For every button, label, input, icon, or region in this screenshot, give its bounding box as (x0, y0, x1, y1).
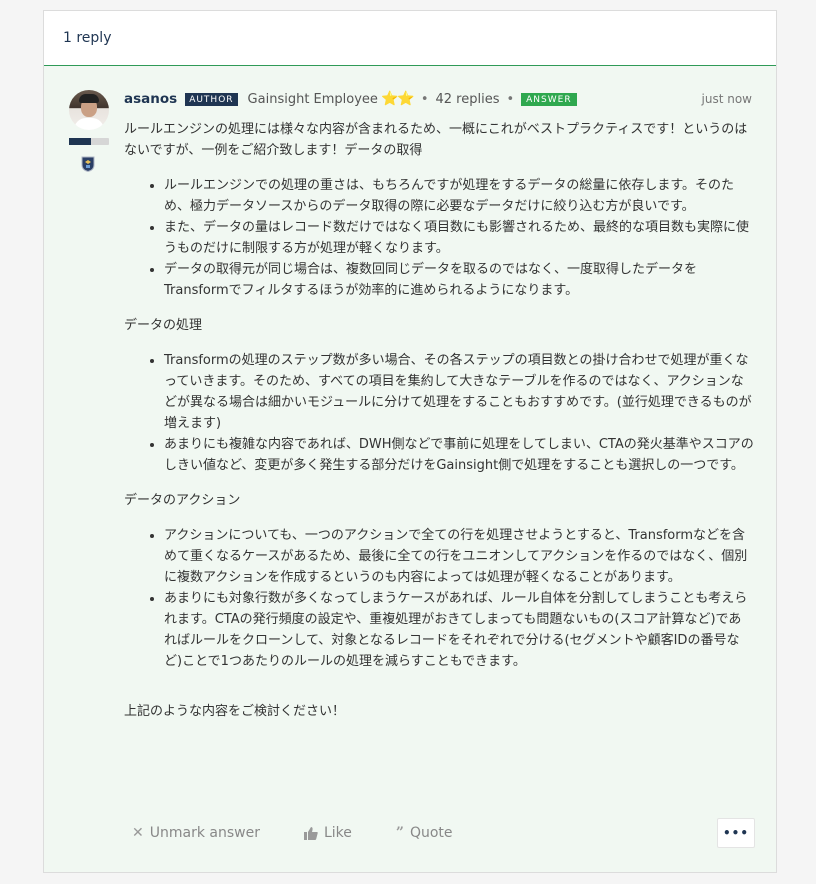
list-item: また、データの量はレコード数だけではなく項目数にも影響されるため、最終的な項目数… (164, 217, 754, 259)
avatar[interactable] (69, 90, 109, 130)
unmark-answer-button[interactable]: ✕ Unmark answer (132, 825, 260, 841)
list-data-processing: Transformの処理のステップ数が多い場合、その各ステップの項目数との掛け合… (124, 350, 754, 476)
list-item: Transformの処理のステップ数が多い場合、その各ステップの項目数との掛け合… (164, 350, 754, 434)
post-intro: ルールエンジンの処理には様々な内容が含まれるため、一概にこれがベストプラクティス… (124, 122, 748, 158)
list-data-actions: アクションについても、一つのアクションで全ての行を処理させようとすると、Tran… (124, 525, 754, 672)
post-actions: ✕ Unmark answer Like ” Quote ••• (132, 818, 755, 848)
star-icon: ⭐⭐ (380, 91, 415, 107)
author-tag: AUTHOR (185, 92, 238, 106)
thumbs-up-icon (303, 826, 318, 840)
section-heading-actions: データのアクション (124, 493, 241, 508)
quote-icon: ” (395, 825, 404, 841)
reply-card: 1 reply asanos AUTHOR Gainsight Employee… (43, 10, 777, 873)
answer-badge: ANSWER (521, 92, 577, 106)
unmark-answer-label: Unmark answer (149, 825, 260, 841)
list-data-acquisition: ルールエンジンでの処理の重さは、もちろんですが処理をするデータの総量に依存します… (124, 175, 754, 301)
list-item: あまりにも複雑な内容であれば、DWH側などで事前に処理をしてしまい、CTAの発火… (164, 434, 754, 476)
quote-button[interactable]: ” Quote (396, 825, 453, 841)
post-meta: asanos AUTHOR Gainsight Employee ⭐⭐ • 42… (124, 90, 752, 108)
list-item: アクションについても、一つのアクションで全ての行を処理させようとすると、Tran… (164, 525, 754, 588)
like-label: Like (323, 825, 352, 841)
post-body: ルールエンジンの処理には様々な内容が含まれるため、一概にこれがベストプラクティス… (124, 119, 754, 722)
reply-post: asanos AUTHOR Gainsight Employee ⭐⭐ • 42… (44, 66, 776, 872)
more-options-button[interactable]: ••• (717, 818, 755, 848)
more-icon: ••• (722, 826, 749, 840)
reply-count-label: 1 reply (63, 30, 112, 46)
list-item: ルールエンジンでの処理の重さは、もちろんですが処理をするデータの総量に依存します… (164, 175, 754, 217)
post-timestamp: just now (701, 92, 752, 106)
rank-badge-icon (81, 156, 95, 172)
list-item: あまりにも対象行数が多くなってしまうケースがあれば、ルール自体を分割してしまうこ… (164, 588, 754, 672)
rank-progress-bar (69, 138, 109, 145)
separator-dot: • (506, 91, 515, 107)
quote-label: Quote (409, 825, 453, 841)
rank-title: Gainsight Employee (247, 91, 378, 107)
list-item: データの取得元が同じ場合は、複数回同じデータを取るのではなく、一度取得したデータ… (164, 259, 754, 301)
separator-dot: • (420, 91, 429, 107)
post-closing: 上記のような内容をご検討ください！ (124, 704, 346, 719)
username-link[interactable]: asanos (124, 91, 177, 107)
user-reply-count[interactable]: 42 replies (435, 92, 499, 107)
close-icon: ✕ (132, 825, 144, 841)
reply-count-header: 1 reply (44, 11, 776, 66)
section-heading-processing: データの処理 (124, 318, 203, 333)
like-button[interactable]: Like (303, 825, 352, 841)
